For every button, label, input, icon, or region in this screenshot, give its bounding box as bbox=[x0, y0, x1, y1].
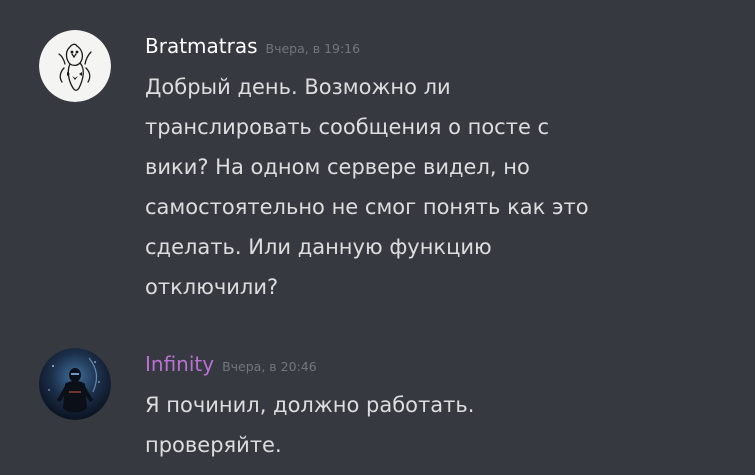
message-content: Добрый день. Возможно ли транслировать с… bbox=[145, 67, 705, 307]
message-line: отключили? bbox=[145, 275, 279, 299]
avatar-bratmatras-icon[interactable] bbox=[39, 30, 111, 102]
previous-message-cutoff: · · · bbox=[0, 0, 755, 8]
message-line: самостоятельно не смог понять как это bbox=[145, 195, 589, 219]
message-line: Добрый день. Возможно ли bbox=[145, 75, 451, 99]
timestamp: Вчера, в 19:16 bbox=[265, 41, 361, 56]
message-line: сделать. Или данную функцию bbox=[145, 235, 492, 259]
chat-messages: · · · bbox=[0, 0, 755, 475]
message-line: вики? На одном сервере видел, но bbox=[145, 155, 530, 179]
message-line: проверяйте. bbox=[145, 433, 282, 457]
message-line: Я починил, должно работать. bbox=[145, 393, 475, 417]
username[interactable]: Infinity bbox=[145, 352, 214, 376]
message-line: транслировать сообщения о посте с bbox=[145, 115, 550, 139]
message-content: Я починил, должно работать. проверяйте. bbox=[145, 385, 705, 465]
avatar-infinity-icon[interactable] bbox=[39, 348, 111, 420]
message-header: Infinity Вчера, в 20:46 bbox=[145, 352, 317, 376]
cutoff-text: · · · bbox=[330, 0, 365, 8]
username[interactable]: Bratmatras bbox=[145, 34, 258, 58]
message-header: Bratmatras Вчера, в 19:16 bbox=[145, 34, 360, 58]
timestamp: Вчера, в 20:46 bbox=[222, 359, 317, 374]
